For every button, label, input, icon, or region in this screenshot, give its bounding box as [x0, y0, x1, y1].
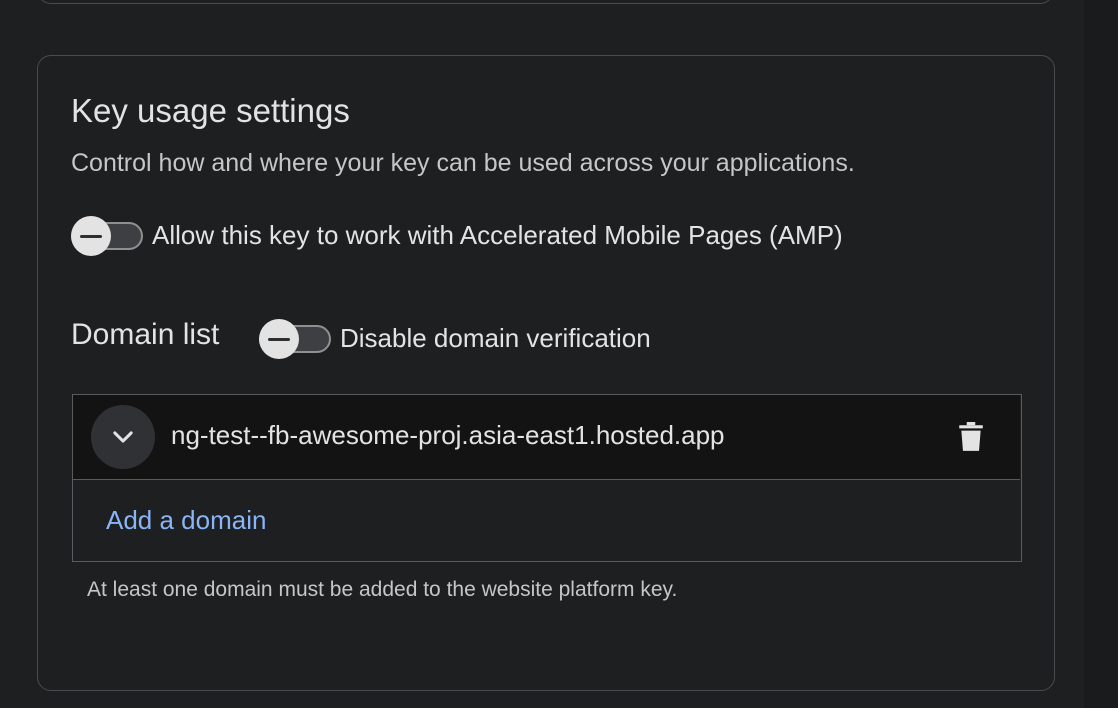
key-usage-settings-card: Key usage settings Control how and where… [37, 55, 1055, 691]
card-title: Key usage settings [71, 92, 350, 129]
toggle-knob [71, 216, 111, 256]
amp-toggle[interactable] [71, 215, 143, 256]
disable-domain-verification-toggle[interactable] [259, 318, 331, 359]
domain-name: ng-test--fb-awesome-proj.asia-east1.host… [171, 420, 725, 450]
previous-card [37, 0, 1054, 4]
domain-verification-toggle-row: Disable domain verification [259, 318, 651, 359]
card-description: Control how and where your key can be us… [71, 149, 855, 177]
scroll-gutter [1084, 0, 1118, 708]
minus-icon [80, 234, 102, 238]
trash-icon [959, 422, 983, 451]
domain-table: ng-test--fb-awesome-proj.asia-east1.host… [72, 394, 1022, 562]
chevron-down-icon [113, 431, 133, 443]
amp-toggle-row: Allow this key to work with Accelerated … [71, 215, 843, 256]
page: Key usage settings Control how and where… [0, 0, 1118, 708]
domain-row: ng-test--fb-awesome-proj.asia-east1.host… [73, 395, 1020, 480]
add-domain-button[interactable]: Add a domain [106, 505, 266, 536]
minus-icon [268, 337, 290, 341]
expand-domain-button[interactable] [91, 405, 155, 469]
amp-toggle-label[interactable]: Allow this key to work with Accelerated … [152, 220, 843, 251]
helper-text: At least one domain must be added to the… [87, 578, 678, 601]
disable-domain-verification-label[interactable]: Disable domain verification [340, 323, 651, 354]
domain-list-title: Domain list [71, 318, 220, 351]
delete-domain-button[interactable] [955, 420, 987, 454]
toggle-knob [259, 319, 299, 359]
